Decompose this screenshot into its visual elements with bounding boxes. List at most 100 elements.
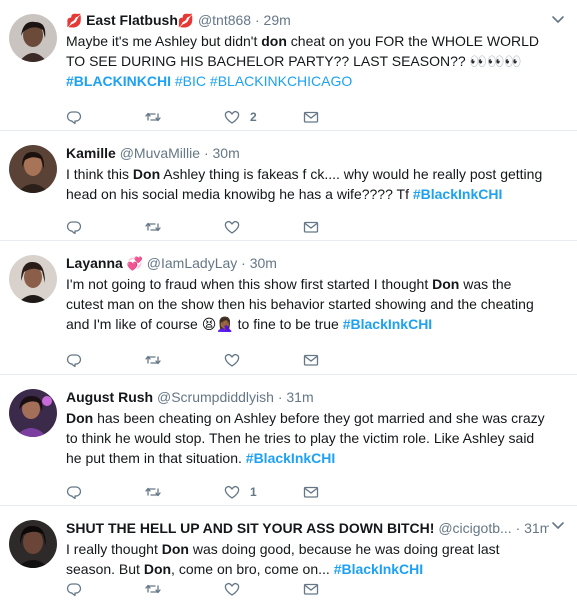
hearts-emoji-icon: 💞 [126, 257, 143, 272]
search-term-highlight: Don [432, 276, 460, 292]
search-term-highlight: Don [66, 410, 94, 426]
kiss-emoji-icon: 💋 [177, 14, 195, 29]
tweet-header: SHUT THE HELL UP AND SIT YOUR ASS DOWN B… [66, 518, 549, 538]
like-button[interactable]: 1 [224, 483, 303, 501]
reply-button[interactable] [66, 483, 145, 501]
like-button[interactable] [224, 218, 303, 236]
tweet[interactable]: Kamille @MuvaMillie · 30m I think this D… [0, 131, 577, 241]
timestamp[interactable]: 31m [286, 389, 313, 405]
like-button[interactable] [224, 580, 303, 598]
separator-dot: · [241, 255, 246, 271]
tweet-header: Kamille @MuvaMillie · 30m [66, 143, 549, 163]
hashtag-link[interactable]: #BLACKINKCHICAGO [210, 73, 352, 89]
direct-message-button[interactable] [303, 108, 382, 126]
tweet-header: Layanna 💞 @IamLadyLay · 30m [66, 253, 549, 273]
direct-message-button[interactable] [303, 580, 382, 598]
retweet-icon [145, 222, 161, 232]
tweet-header: 💋 East Flatbush💋 @tnt868 · 29m [66, 10, 549, 30]
user-handle[interactable]: @tnt868 [198, 12, 251, 28]
tweet-text-segment: Maybe it's me Ashley but didn't [66, 33, 262, 49]
like-count: 2 [250, 110, 257, 124]
user-handle[interactable]: @Scrumpdiddlyish [157, 389, 274, 405]
avatar[interactable] [9, 520, 57, 568]
envelope-icon [303, 111, 319, 123]
display-name[interactable]: August Rush [66, 389, 153, 405]
separator-dot: · [277, 389, 283, 405]
user-handle[interactable]: @cicigotb... [438, 520, 511, 536]
heart-icon [224, 220, 240, 234]
chevron-down-icon[interactable] [551, 518, 567, 534]
tweet-text: I think this Don Ashley thing is fakeas … [66, 164, 549, 204]
tweet[interactable]: Layanna 💞 @IamLadyLay · 30m I'm not goin… [0, 241, 577, 375]
display-name[interactable]: Layanna [66, 255, 123, 271]
envelope-icon [303, 221, 319, 233]
reply-button[interactable] [66, 108, 145, 126]
search-term-highlight: Don [132, 166, 161, 182]
heart-icon [224, 353, 240, 367]
direct-message-button[interactable] [303, 218, 382, 236]
timestamp[interactable]: 31m [524, 520, 549, 536]
like-button[interactable] [224, 351, 303, 369]
search-term-highlight: don [261, 33, 287, 49]
avatar[interactable] [9, 389, 57, 437]
tweet-feed: 💋 East Flatbush💋 @tnt868 · 29m Maybe it'… [0, 0, 577, 603]
tweet-text: Don has been cheating on Ashley before t… [66, 408, 549, 468]
hashtag-link[interactable]: #BLACKINKCHI [66, 73, 171, 89]
tweet[interactable]: 💋 East Flatbush💋 @tnt868 · 29m Maybe it'… [0, 0, 577, 131]
chevron-down-icon[interactable] [551, 12, 567, 28]
timestamp[interactable]: 30m [250, 255, 277, 271]
direct-message-button[interactable] [303, 351, 382, 369]
hashtag-link[interactable]: #BlackInkCHI [343, 316, 432, 332]
reply-icon [66, 486, 82, 500]
user-handle[interactable]: @MuvaMillie [120, 145, 200, 161]
retweet-icon [145, 112, 161, 122]
tweet[interactable]: August Rush @Scrumpdiddlyish · 31m Don h… [0, 375, 577, 506]
user-handle[interactable]: @IamLadyLay [147, 255, 237, 271]
heart-icon [224, 485, 240, 499]
retweet-button[interactable] [145, 218, 224, 236]
retweet-button[interactable] [145, 483, 224, 501]
avatar[interactable] [9, 14, 57, 62]
tweet-actions: 1 [66, 483, 382, 501]
display-name[interactable]: SHUT THE HELL UP AND SIT YOUR ASS DOWN B… [66, 520, 434, 536]
retweet-icon [145, 584, 161, 594]
tweet[interactable]: SHUT THE HELL UP AND SIT YOUR ASS DOWN B… [0, 506, 577, 603]
reply-button[interactable] [66, 580, 145, 598]
tweet-text-segment: , come on bro, come on... [171, 561, 334, 577]
retweet-button[interactable] [145, 580, 224, 598]
timestamp[interactable]: 29m [264, 12, 291, 28]
like-count: 1 [250, 485, 257, 499]
envelope-icon [303, 486, 319, 498]
heart-icon [224, 110, 240, 124]
display-name[interactable]: Kamille [66, 145, 116, 161]
avatar[interactable] [9, 145, 57, 193]
hashtag-link[interactable]: #BlackInkCHI [246, 450, 335, 466]
tweet-header: August Rush @Scrumpdiddlyish · 31m [66, 387, 549, 407]
reply-icon [66, 583, 82, 597]
search-term-highlight: Don [143, 561, 172, 577]
tweet-actions [66, 218, 382, 236]
retweet-button[interactable] [145, 351, 224, 369]
reply-button[interactable] [66, 351, 145, 369]
retweet-icon [145, 355, 161, 365]
tweet-text-segment: I think this [66, 166, 133, 182]
like-button[interactable]: 2 [224, 108, 303, 126]
tweet-actions: 2 [66, 108, 382, 126]
reply-icon [66, 111, 82, 125]
hashtag-link[interactable]: #BlackInkCHI [413, 186, 502, 202]
tweet-text: I'm not going to fraud when this show fi… [66, 274, 549, 334]
retweet-button[interactable] [145, 108, 224, 126]
hashtag-link[interactable]: #BIC [175, 73, 206, 89]
separator-dot: · [254, 12, 260, 28]
timestamp[interactable]: 30m [213, 145, 240, 161]
reply-button[interactable] [66, 218, 145, 236]
retweet-icon [145, 487, 161, 497]
display-name[interactable]: East Flatbush [86, 12, 178, 28]
kiss-emoji-icon: 💋 [66, 14, 83, 29]
tweet-text: I really thought Don was doing good, bec… [66, 539, 549, 579]
hashtag-link[interactable]: #BlackInkCHI [334, 561, 423, 577]
search-term-highlight: Don [161, 541, 189, 557]
direct-message-button[interactable] [303, 483, 382, 501]
tweet-text-segment: I really thought [66, 541, 162, 557]
avatar[interactable] [9, 255, 57, 303]
